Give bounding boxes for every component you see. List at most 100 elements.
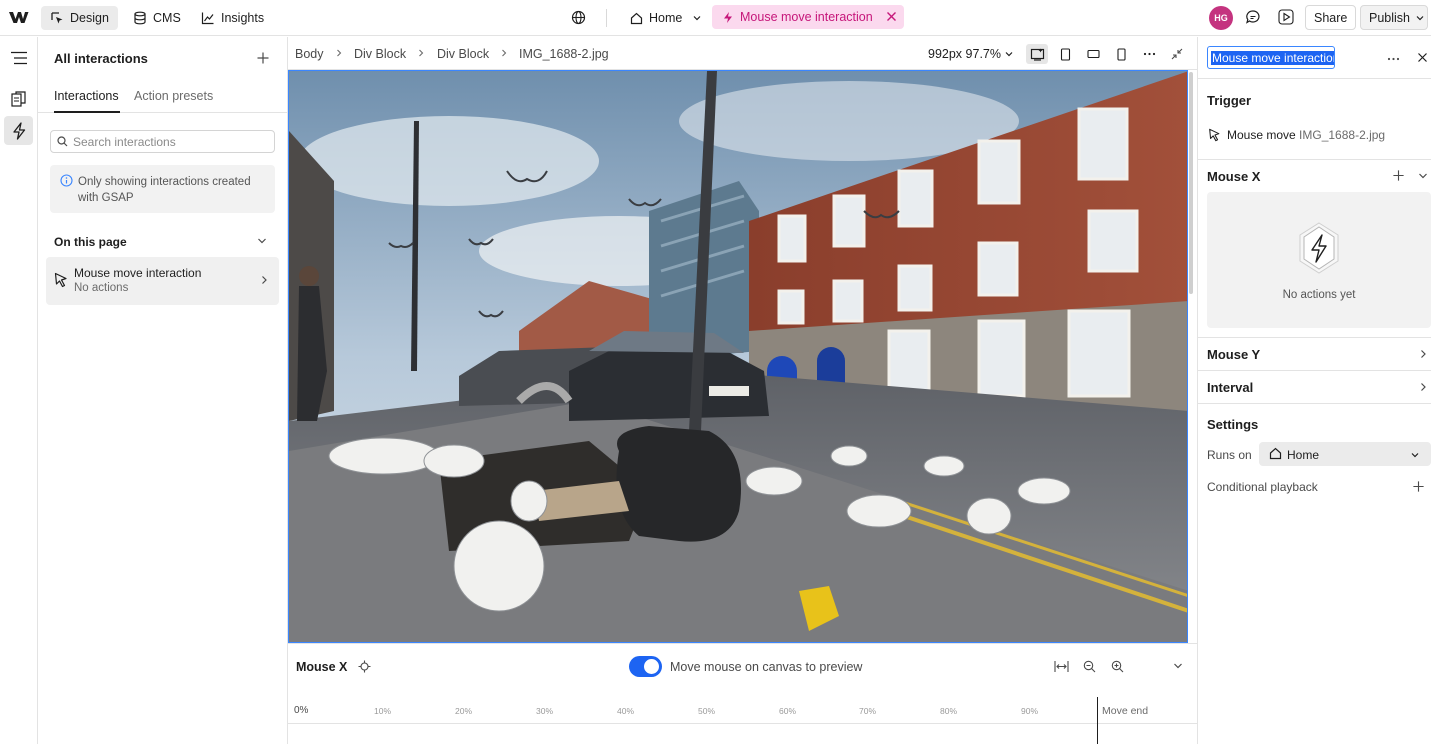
chevron-down-icon[interactable] [1172,660,1184,672]
cursor-icon [54,272,67,288]
chevron-down-icon [1411,453,1419,458]
close-icon[interactable] [1417,52,1428,63]
plus-icon[interactable] [1412,480,1425,493]
fit-icon[interactable] [1054,660,1069,673]
viewport-width: 992px [928,47,963,61]
viewport-zoom: 97.7% [965,47,1001,61]
design-mode-button[interactable]: Design [41,6,118,30]
search-input[interactable] [73,134,253,149]
collapse-icon[interactable] [1166,44,1188,64]
target-icon[interactable] [358,660,371,673]
lightning-icon [1299,222,1339,274]
tick-label: 0% [294,705,309,716]
chevron-right-icon[interactable] [1418,381,1428,393]
search-icon [57,136,68,147]
preview-toggle[interactable] [629,656,662,677]
chevron-right-icon [262,276,267,284]
insights-icon [201,12,214,25]
panel-tabs: Interactions Action presets [38,81,288,113]
zoom-out-icon[interactable] [1083,660,1096,673]
avatar[interactable]: HG [1209,6,1233,30]
plus-icon[interactable] [1392,169,1405,182]
canvas-scrollbar[interactable] [1189,72,1193,294]
list-item[interactable]: Mouse move interaction No actions [46,257,279,305]
panel-title: All interactions [54,51,148,66]
pages-icon[interactable] [4,84,33,113]
comment-icon[interactable] [1245,9,1261,25]
more-icon[interactable] [1138,44,1160,64]
interaction-subtitle: No actions [74,282,129,294]
zoom-in-icon[interactable] [1111,660,1124,673]
add-interaction-button[interactable] [256,51,270,65]
breadcrumb-item[interactable]: IMG_1688-2.jpg [519,47,609,61]
timeline-ruler[interactable]: 0% 10% 20% 30% 40% 50% 60% 70% 80% 90% [288,696,1197,724]
divider [1198,337,1431,338]
divider [1198,159,1431,160]
trigger-row[interactable]: Mouse move IMG_1688-2.jpg [1227,128,1385,142]
interaction-mode-pill[interactable]: Mouse move interaction [712,5,904,29]
publish-button[interactable]: Publish [1360,5,1428,30]
settings-header: Settings [1207,417,1259,432]
top-bar: Design CMS Insights Home Mouse move inte… [0,0,1431,36]
tab-interactions[interactable]: Interactions [54,89,119,103]
interaction-name-field[interactable]: Mouse move interaction [1207,46,1335,69]
chevron-right-icon [419,49,424,57]
webflow-logo-icon[interactable] [8,9,29,25]
chevron-down-icon [693,16,701,21]
mobile-landscape-icon[interactable] [1082,44,1104,64]
canvas-image[interactable] [288,70,1188,643]
breadcrumb-item[interactable]: Body [295,47,324,61]
insights-label: Insights [221,11,265,25]
play-icon[interactable] [1278,9,1294,25]
cms-label: CMS [153,11,181,25]
chevron-right-icon [502,49,507,57]
interval-header[interactable]: Interval [1207,380,1253,395]
interactions-icon[interactable] [4,116,33,145]
divider [1198,403,1431,404]
runs-on-value: Home [1287,448,1320,462]
timeline-title: Mouse X [296,660,348,674]
interaction-name-value: Mouse move interaction [1211,51,1334,65]
trigger-header: Trigger [1207,93,1252,108]
runs-on-select[interactable]: Home [1259,442,1431,466]
mouse-x-header[interactable]: Mouse X [1207,169,1260,184]
mouse-y-header[interactable]: Mouse Y [1207,347,1260,362]
cms-mode-button[interactable]: CMS [124,6,190,30]
close-icon[interactable] [885,10,898,23]
chevron-down-icon[interactable] [1417,170,1429,182]
tick-label: 50% [698,706,716,716]
design-label: Design [70,11,109,25]
breadcrumb: Body Div Block Div Block IMG_1688-2.jpg … [288,37,1197,70]
divider [1198,370,1431,371]
globe-icon[interactable] [571,10,586,25]
mode-label: Mouse move interaction [740,10,873,24]
gsap-notice: Only showing interactions created with G… [50,165,275,213]
navigator-icon[interactable] [4,43,33,72]
home-icon [1269,447,1282,460]
more-icon[interactable] [1387,57,1400,61]
plus-icon [257,52,269,64]
chevron-down-icon[interactable] [256,235,268,247]
chevron-down-icon[interactable] [1004,49,1014,59]
home-icon [630,12,643,24]
divider [1198,78,1431,79]
viewport-size[interactable]: 992px 97.7% [928,47,1001,61]
breadcrumb-item[interactable]: Div Block [437,47,489,61]
tablet-icon[interactable] [1054,44,1076,64]
page-selector[interactable]: Home [622,6,710,30]
tick-label: 20% [455,706,473,716]
share-button[interactable]: Share [1305,5,1357,30]
lightning-icon [724,11,732,23]
move-end-marker[interactable] [1097,697,1098,744]
page-label: Home [649,11,683,25]
breadcrumb-item[interactable]: Div Block [354,47,406,61]
insights-mode-button[interactable]: Insights [192,6,273,30]
chevron-right-icon[interactable] [1418,348,1428,360]
tab-action-presets[interactable]: Action presets [134,89,213,103]
info-icon [60,174,73,187]
tick-label: 30% [536,706,554,716]
desktop-icon[interactable] [1026,44,1048,64]
mobile-icon[interactable] [1110,44,1132,64]
empty-actions-state: No actions yet [1207,192,1431,328]
search-box[interactable] [50,130,275,153]
